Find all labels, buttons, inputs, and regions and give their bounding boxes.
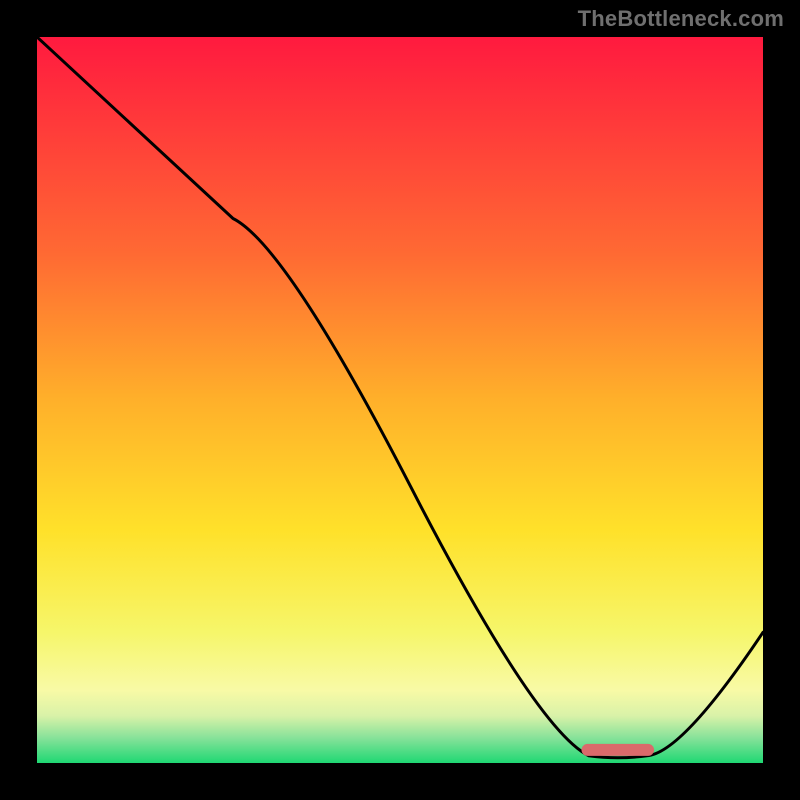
attribution-text: TheBottleneck.com xyxy=(578,6,784,32)
chart-svg xyxy=(37,37,763,763)
plot-area xyxy=(37,37,763,763)
optimal-range-marker xyxy=(582,744,655,756)
gradient-background xyxy=(37,37,763,763)
chart-frame: TheBottleneck.com xyxy=(0,0,800,800)
